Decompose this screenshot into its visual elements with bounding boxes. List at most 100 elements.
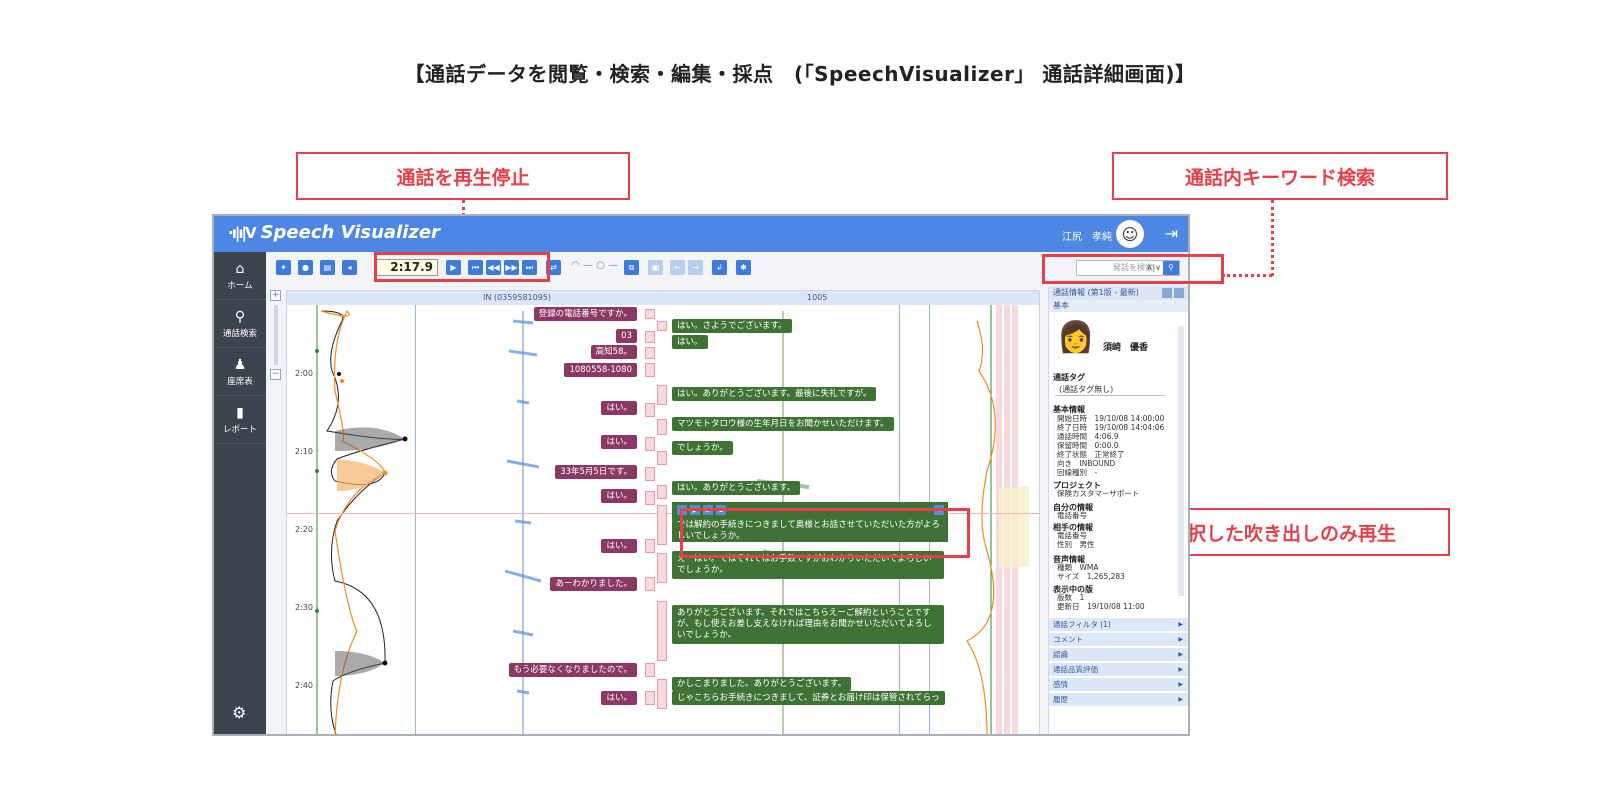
return-button[interactable]: ↲ (712, 260, 727, 275)
call-info-panel: 通話情報 (第1版 - 最新) 基本 👩 須崎 優香 通話タグ (通話タグ無し)… (1048, 286, 1188, 734)
basic-info-row: 通話時間 4:06.9 (1057, 432, 1119, 441)
nav-call-search[interactable]: ⚲ 通話検索 (214, 300, 266, 348)
memo-button[interactable]: ▤ (320, 260, 335, 275)
audio-row: 種類 WMA (1057, 563, 1099, 572)
speech-bubble-in[interactable]: もう必要なくなりましたので。 (508, 663, 637, 677)
segment-marker[interactable] (657, 679, 667, 709)
speed-slider[interactable]: ◠ — ○ — (571, 260, 618, 271)
bar-chart-icon: ▮ (236, 404, 244, 421)
speech-bubble-out[interactable]: はい。さようでございます。 (672, 319, 792, 333)
speech-bubble-in[interactable]: はい。 (601, 401, 637, 415)
speech-bubble-in[interactable]: はい。 (601, 435, 637, 449)
segment-marker[interactable] (645, 363, 655, 377)
version-row: 版数 1 (1057, 593, 1085, 602)
segment-marker[interactable] (657, 385, 667, 405)
segment-marker[interactable] (657, 451, 667, 465)
segment-marker[interactable] (657, 321, 667, 331)
speech-bubble-in[interactable]: 33年5月5日です。 (555, 465, 637, 479)
accordion-recognition[interactable]: 認識 (1049, 648, 1188, 662)
comment-button[interactable]: ● (298, 260, 313, 275)
nav-report[interactable]: ▮ レポート (214, 396, 266, 444)
basic-info-row: 回線種別 - (1057, 468, 1098, 477)
other-row: 電話番号 (1057, 531, 1087, 540)
speech-bubble-out[interactable]: じゃこちらお手続きにつきまして、証券とお届け印は保管されてらっ (672, 691, 945, 705)
panel-sub-header[interactable]: 基本 (1049, 300, 1188, 312)
zoom-control: + − (270, 290, 282, 380)
segment-marker[interactable] (645, 577, 655, 591)
basic-info-row: 終了状態 正常終了 (1057, 450, 1125, 459)
zoom-slider[interactable] (274, 305, 278, 365)
panel-scrollbar[interactable] (1178, 326, 1184, 596)
speech-bubble-out[interactable]: ありがとうございます。それではこちらえーご解約ということですが、もし使えお差し支… (672, 605, 944, 644)
channel-divider-1 (415, 305, 416, 734)
save-button[interactable]: ▣ (648, 260, 663, 275)
redo-button[interactable]: → (688, 260, 703, 275)
callout-search-connector-v (1271, 200, 1274, 276)
time-label-240: 2:40 (295, 681, 313, 690)
segment-marker[interactable] (645, 491, 655, 505)
speech-bubble-in[interactable]: 1080558-1080 (564, 363, 637, 377)
accordion-call-filter[interactable]: 通話フィルタ (1) (1049, 618, 1188, 632)
segment-marker[interactable] (645, 437, 655, 451)
logout-icon[interactable]: ⇥ (1165, 224, 1178, 243)
zoom-out-button[interactable]: − (270, 369, 281, 380)
gear-icon[interactable]: ⚙ (232, 703, 246, 722)
accordion-comment[interactable]: コメント (1049, 633, 1188, 647)
app-window: ·ı|ı|V Speech Visualizer 江尻 孝純 ☺ ⇥ ⌂ ホーム … (212, 214, 1190, 736)
next-version-button[interactable] (1174, 288, 1184, 298)
speech-bubble-in[interactable]: あーわかりました。 (550, 577, 637, 591)
prev-version-button[interactable] (1162, 288, 1172, 298)
top-bar: ·ı|ı|V Speech Visualizer 江尻 孝純 ☺ ⇥ (214, 216, 1188, 252)
segment-marker[interactable] (645, 331, 655, 343)
speech-bubble-out[interactable]: マツモトタロウ様の生年月日をお聞かせいただけます。 (672, 417, 894, 431)
operator-name: 須崎 優香 (1103, 343, 1149, 353)
speech-bubble-in[interactable]: 登録の電話番号ですか。 (533, 307, 637, 321)
copy-button[interactable]: ⧉ (624, 260, 639, 275)
volume-button[interactable]: ◂ (342, 260, 357, 275)
segment-marker[interactable] (645, 403, 655, 417)
speech-bubble-out[interactable]: かしこまりました。ありがとうございます。 (672, 677, 852, 691)
pin-button[interactable]: ✦ (276, 260, 291, 275)
speech-bubble-in[interactable]: 高知58。 (590, 345, 637, 359)
logo-wave-icon: ·ı|ı|V (228, 223, 257, 242)
user-avatar[interactable]: ☺ (1116, 220, 1144, 248)
version-row: 更新日 19/10/08 11:00 (1057, 602, 1145, 611)
speech-bubble-in[interactable]: はい。 (601, 691, 637, 705)
speech-bubble-in[interactable]: はい。 (601, 489, 637, 503)
nav-seat-map-label: 座席表 (227, 376, 253, 387)
accordion-quality[interactable]: 通話品質評価 (1049, 663, 1188, 677)
accordion-history[interactable]: 履歴 (1049, 693, 1188, 707)
undo-button[interactable]: ← (670, 260, 685, 275)
segment-marker[interactable] (645, 347, 655, 359)
accordion-emotion[interactable]: 感情 (1049, 678, 1188, 692)
panel-header: 通話情報 (第1版 - 最新) (1049, 286, 1188, 300)
segment-marker[interactable] (657, 505, 667, 545)
speech-bubble-in[interactable]: 03 (616, 329, 637, 343)
segment-marker[interactable] (657, 601, 667, 661)
seat-icon: ♟ (233, 356, 247, 373)
segment-marker[interactable] (657, 419, 667, 435)
nav-call-search-label: 通話検索 (222, 328, 257, 339)
basic-info-row: 終了日時 19/10/08 14:04:06 (1057, 423, 1165, 432)
tag-select[interactable]: (通話タグ無し) (1055, 384, 1165, 396)
segment-marker[interactable] (645, 467, 655, 481)
segment-marker[interactable] (645, 309, 655, 319)
speech-bubble-in[interactable]: はい。 (601, 539, 637, 553)
nav-seat-map[interactable]: ♟ 座席表 (214, 348, 266, 396)
page-title: 【通話データを閲覧・検索・編集・採点 (「SpeechVisualizer」 通… (404, 62, 1196, 86)
segment-marker[interactable] (657, 553, 667, 583)
callout-playback: 通話を再生停止 (296, 152, 630, 200)
segment-marker[interactable] (645, 691, 655, 705)
segment-marker[interactable] (645, 539, 655, 553)
zoom-in-button[interactable]: + (270, 290, 281, 301)
speech-bubble-out[interactable]: はい。ありがとうございます。 (672, 481, 801, 495)
self-row: 電話番号 (1057, 511, 1087, 520)
speech-bubble-out[interactable]: でしょうか。 (672, 441, 733, 455)
segment-marker[interactable] (645, 663, 655, 677)
speech-bubble-out[interactable]: はい。ありがとうございます。最後に失礼ですが。 (672, 387, 877, 401)
asterisk-button[interactable]: ✱ (736, 260, 751, 275)
nav-home[interactable]: ⌂ ホーム (214, 252, 266, 300)
speech-bubble-out[interactable]: はい。 (672, 335, 708, 349)
segment-marker[interactable] (657, 485, 667, 499)
nav-report-label: レポート (222, 424, 257, 435)
